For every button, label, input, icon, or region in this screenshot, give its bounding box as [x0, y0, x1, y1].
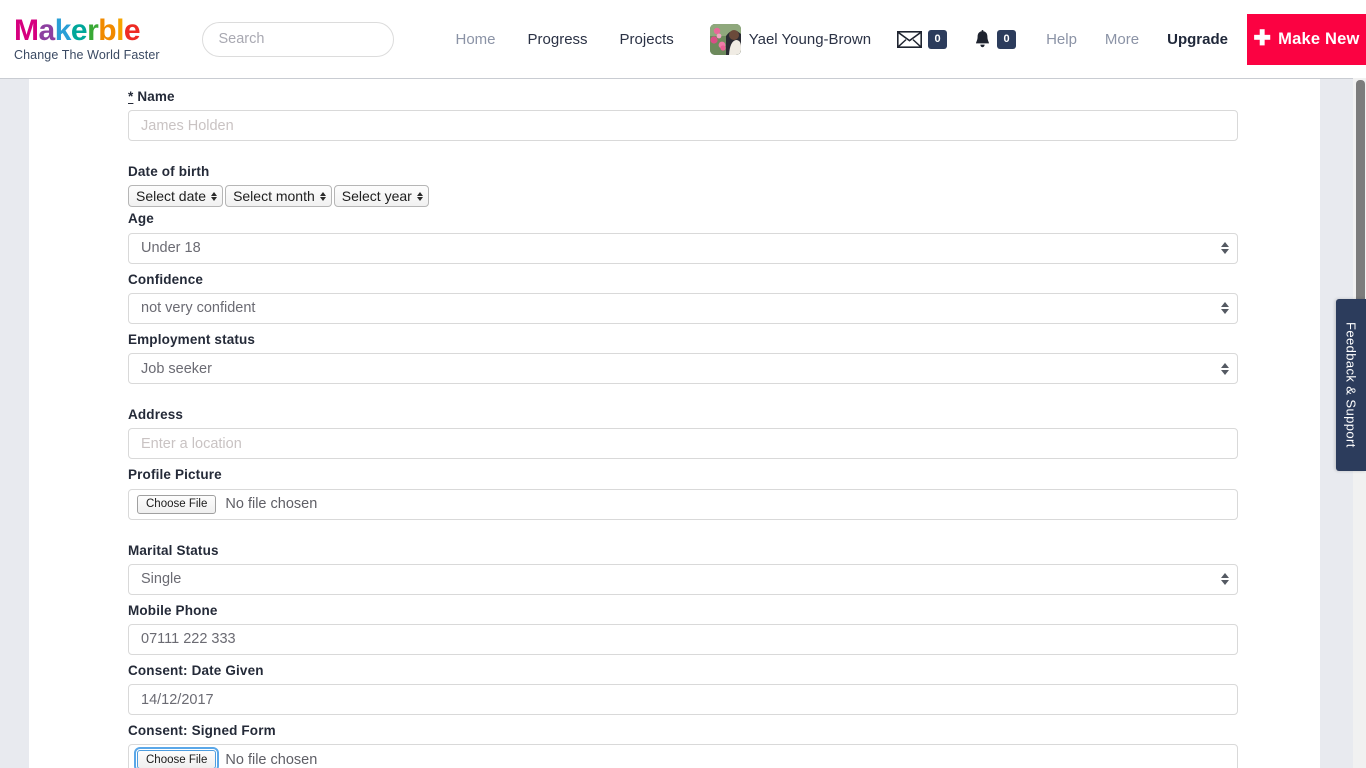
age-label: Age [128, 211, 154, 227]
dob-month-select[interactable]: Select month [225, 185, 332, 208]
marital-status-label: Marital Status [128, 542, 219, 558]
name-input[interactable] [128, 110, 1238, 142]
dob-day-value: Select date [136, 188, 207, 205]
messages-count-badge: 0 [928, 29, 948, 49]
dob-year-select[interactable]: Select year [333, 185, 429, 208]
search-container [201, 21, 394, 57]
dob-year-value: Select year [341, 188, 412, 205]
name-label-text: Name [137, 89, 175, 104]
profile-form: * Name Date of birth Select date Select … [128, 88, 1238, 768]
nav-item-more[interactable]: More [1105, 31, 1139, 48]
account-name: Yael Young-Brown [748, 30, 872, 48]
notifications-button[interactable]: 0 [974, 29, 1017, 49]
page-body: * Name Date of birth Select date Select … [0, 78, 1353, 768]
brand-tagline: Change The World Faster [14, 47, 160, 62]
employment-status-label: Employment status [128, 331, 256, 347]
feedback-support-tab[interactable]: Feedback & Support [1336, 299, 1366, 471]
primary-nav: Home Progress Projects [456, 31, 674, 48]
brand-wordmark: Makerble [14, 14, 169, 48]
envelope-icon [897, 30, 923, 48]
search-input[interactable] [201, 21, 394, 57]
marital-status-value: Single [141, 571, 182, 588]
address-label: Address [128, 407, 184, 423]
mobile-phone-input[interactable] [128, 623, 1238, 655]
make-new-label: Make New [1278, 29, 1360, 48]
dob-month-value: Select month [233, 188, 315, 205]
logo-letter: b [98, 14, 117, 48]
chevron-updown-icon [1221, 302, 1229, 315]
date-of-birth-selects: Select date Select month Select year [128, 185, 1238, 208]
logo-letter: l [116, 14, 124, 48]
consent-signed-form-file-input[interactable]: Choose File No file chosen [128, 744, 1238, 768]
confidence-value: not very confident [141, 300, 256, 317]
chevron-updown-icon [1221, 242, 1229, 255]
messages-button[interactable]: 0 [897, 29, 948, 49]
age-value: Under 18 [141, 240, 201, 257]
bell-icon [976, 29, 990, 47]
chevron-updown-icon [211, 191, 218, 201]
chevron-updown-icon [319, 191, 326, 201]
employment-status-value: Job seeker [141, 360, 212, 377]
marital-status-select[interactable]: Single [128, 563, 1238, 595]
chevron-updown-icon [1221, 362, 1229, 375]
notifications-count-badge: 0 [997, 29, 1017, 49]
consent-signed-form-label: Consent: Signed Form [128, 723, 276, 739]
chevron-updown-icon [416, 191, 423, 201]
logo-letter: a [38, 14, 56, 48]
logo-letter: k [54, 14, 72, 48]
content-card: * Name Date of birth Select date Select … [29, 79, 1320, 768]
dob-day-select[interactable]: Select date [128, 185, 224, 208]
logo-letter: e [123, 14, 141, 48]
logo-letter: e [70, 14, 88, 48]
profile-picture-choose-file-button[interactable]: Choose File [137, 494, 217, 514]
profile-picture-file-input[interactable]: Choose File No file chosen [128, 488, 1238, 520]
consent-signed-form-choose-file-button[interactable]: Choose File [133, 747, 220, 768]
chevron-updown-icon [1221, 573, 1229, 586]
address-input[interactable] [128, 428, 1238, 460]
mobile-phone-label: Mobile Phone [128, 602, 218, 618]
feedback-support-label: Feedback & Support [1343, 322, 1359, 448]
make-new-button[interactable]: ✚ Make New [1246, 13, 1366, 65]
nav-item-home[interactable]: Home [456, 31, 496, 48]
confidence-select[interactable]: not very confident [128, 292, 1238, 324]
avatar [709, 23, 741, 55]
consent-date-given-input[interactable] [128, 684, 1238, 716]
page-scrollbar-thumb[interactable] [1356, 80, 1365, 315]
account-menu[interactable]: Yael Young-Brown [709, 23, 872, 55]
nav-item-help[interactable]: Help [1046, 31, 1077, 48]
nav-item-upgrade[interactable]: Upgrade [1167, 31, 1228, 48]
date-of-birth-label: Date of birth [128, 164, 210, 180]
brand-logo[interactable]: Makerble Change The World Faster [14, 14, 169, 62]
employment-status-select[interactable]: Job seeker [128, 353, 1238, 385]
age-select[interactable]: Under 18 [128, 232, 1238, 264]
nav-item-projects[interactable]: Projects [620, 31, 674, 48]
avatar-image [709, 23, 741, 55]
required-asterisk: * [128, 89, 134, 104]
consent-date-given-label: Consent: Date Given [128, 662, 264, 678]
nav-item-progress[interactable]: Progress [528, 31, 588, 48]
confidence-label: Confidence [128, 271, 204, 287]
consent-signed-form-file-status: No file chosen [225, 751, 318, 768]
profile-picture-label: Profile Picture [128, 467, 222, 483]
top-navigation-bar: Makerble Change The World Faster Home Pr… [0, 0, 1366, 78]
plus-icon: ✚ [1253, 26, 1272, 50]
profile-picture-file-status: No file chosen [225, 496, 318, 513]
name-label: * Name [128, 88, 1238, 106]
logo-letter: r [87, 14, 99, 48]
logo-letter: M [14, 14, 39, 48]
